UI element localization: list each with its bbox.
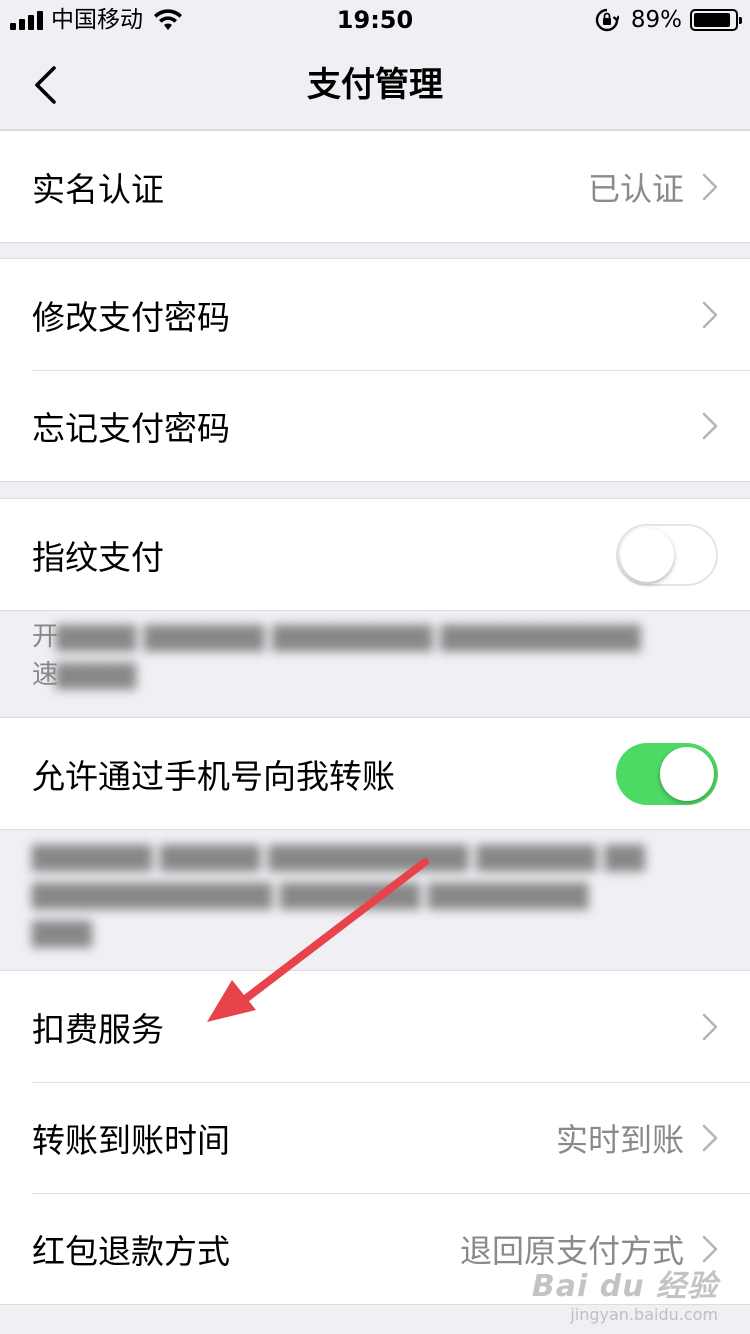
cell-value: 实时到账 (555, 1120, 684, 1159)
group-phone-transfer: 允许通过手机号向我转账 (0, 717, 750, 830)
cell-label: 指纹支付 (32, 537, 164, 577)
toggle-knob (660, 746, 714, 801)
status-right: 89% (595, 6, 742, 34)
page-title: 支付管理 (307, 65, 443, 105)
battery-icon (690, 9, 742, 31)
cell-phone-transfer: 允许通过手机号向我转账 (0, 718, 750, 829)
group-password: 修改支付密码 忘记支付密码 (0, 258, 750, 482)
cell-deduction-service[interactable]: 扣费服务 (0, 971, 750, 1082)
nav-bar: 支付管理 (0, 40, 750, 130)
chevron-right-icon (702, 1013, 718, 1040)
status-bar: 中国移动 19:50 89% (0, 0, 750, 40)
note-blurred: ▇▇▇▇ ▇▇▇▇▇▇ ▇▇▇▇▇▇▇▇ ▇▇▇▇▇▇▇▇▇▇ ▇▇▇▇ (56, 622, 641, 690)
cell-label: 允许通过手机号向我转账 (32, 756, 395, 796)
chevron-right-icon (702, 173, 718, 200)
cell-fingerprint-pay: 指纹支付 (0, 499, 750, 610)
phone-transfer-toggle[interactable] (616, 742, 718, 805)
orientation-lock-icon (595, 8, 619, 32)
toggle-knob (620, 527, 674, 582)
cell-label: 红包退款方式 (32, 1231, 230, 1271)
watermark: Bai du 经验 jingyan.baidu.com (532, 1261, 718, 1324)
group-verification: 实名认证 已认证 (0, 130, 750, 243)
chevron-right-icon (702, 1124, 718, 1151)
watermark-logo: Bai du 经验 (531, 1269, 718, 1304)
watermark-url: jingyan.baidu.com (570, 1305, 718, 1324)
phone-transfer-note: ▇▇▇▇▇▇ ▇▇▇▇▇ ▇▇▇▇▇▇▇▇▇▇ ▇▇▇▇▇▇ ▇▇ ▇▇▇▇▇▇▇… (0, 838, 750, 948)
cell-label: 转账到账时间 (32, 1120, 230, 1160)
battery-percent: 89% (630, 7, 682, 33)
back-button[interactable] (20, 58, 70, 112)
chevron-right-icon (702, 412, 718, 439)
cell-label: 忘记支付密码 (32, 408, 230, 448)
cell-change-password[interactable]: 修改支付密码 (0, 259, 750, 370)
fingerprint-note: 开 速 ▇▇▇▇ ▇▇▇▇▇▇ ▇▇▇▇▇▇▇▇ ▇▇▇▇▇▇▇▇▇▇ ▇▇▇▇ (0, 618, 750, 698)
group-services: 扣费服务 转账到账时间 实时到账 红包退款方式 退回原支付方式 (0, 970, 750, 1305)
note-blurred: ▇▇▇▇▇▇ ▇▇▇▇▇ ▇▇▇▇▇▇▇▇▇▇ ▇▇▇▇▇▇ ▇▇ ▇▇▇▇▇▇▇… (32, 842, 645, 948)
cell-forgot-password[interactable]: 忘记支付密码 (0, 370, 750, 481)
cell-transfer-arrival-time[interactable]: 转账到账时间 实时到账 (0, 1082, 750, 1193)
cell-label: 扣费服务 (32, 1009, 164, 1049)
chevron-right-icon (702, 1235, 718, 1262)
chevron-right-icon (702, 301, 718, 328)
chevron-left-icon (35, 66, 56, 104)
group-fingerprint: 指纹支付 (0, 498, 750, 611)
cell-label: 修改支付密码 (32, 297, 230, 337)
battery-fill (694, 13, 730, 27)
cell-real-name-auth[interactable]: 实名认证 已认证 (0, 131, 750, 242)
cell-label: 实名认证 (32, 169, 164, 209)
cell-value: 已认证 (587, 169, 684, 208)
fingerprint-toggle[interactable] (616, 523, 718, 586)
